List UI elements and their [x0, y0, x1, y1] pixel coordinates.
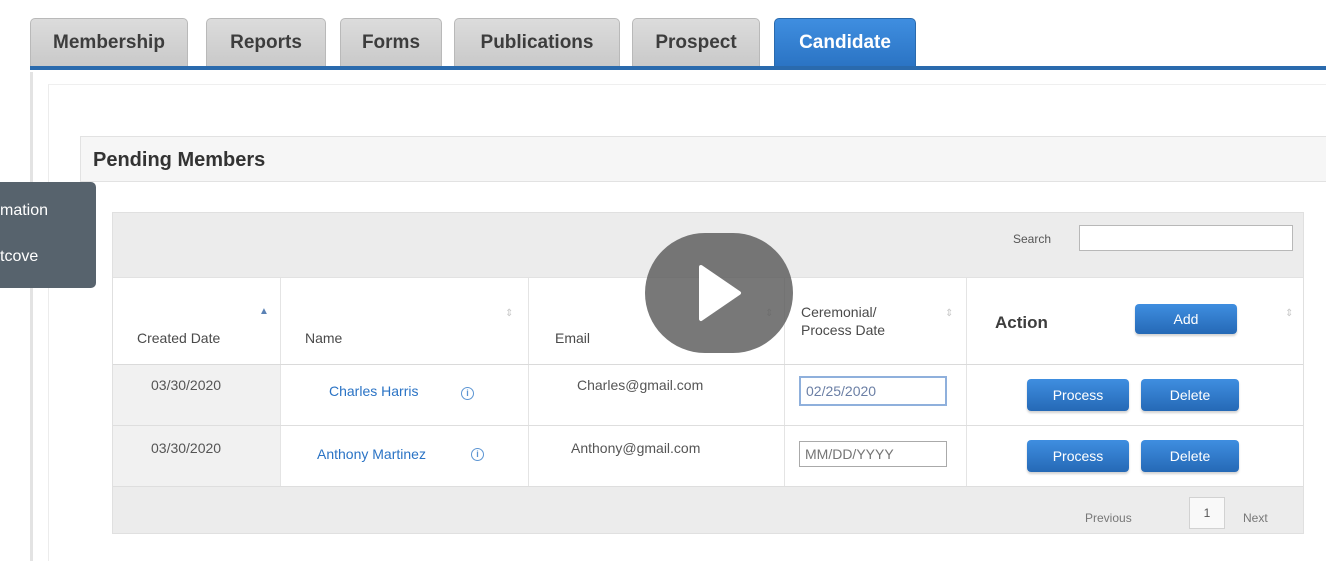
process-date-input[interactable] [799, 376, 947, 406]
add-button[interactable]: Add [1135, 304, 1237, 334]
tab-membership[interactable]: Membership [30, 18, 188, 66]
side-tooltip-line1: mation [0, 202, 49, 219]
info-icon[interactable]: i [461, 387, 474, 400]
created-date: 03/30/2020 [151, 440, 222, 456]
section-header: Pending Members [80, 136, 1326, 182]
tab-forms[interactable]: Forms [340, 18, 442, 66]
search-label: Search [1013, 232, 1052, 246]
sort-icon: ⇕ [1285, 308, 1294, 319]
pagination-next[interactable]: Next [1243, 511, 1268, 555]
table-row: 03/30/2020 Charles Harris i Charles@gmai… [113, 365, 1303, 426]
member-name-link[interactable]: Charles Harris [329, 383, 418, 399]
sort-icon: ⇕ [945, 308, 954, 319]
header-label: Name [305, 330, 343, 346]
cell-name: Anthony Martinez i [281, 426, 529, 486]
header-action: Action Add ⇕ [967, 278, 1303, 364]
table-row: 03/30/2020 Anthony Martinez i Anthony@gm… [113, 426, 1303, 487]
cell-process-date [785, 365, 967, 425]
header-label: Action [995, 313, 1048, 332]
search-input[interactable] [1079, 225, 1293, 251]
cell-created: 03/30/2020 [113, 426, 281, 486]
header-created-date[interactable]: Created Date ▲ [113, 278, 281, 364]
cell-actions: Process Delete [967, 426, 1303, 486]
section-title: Pending Members [93, 149, 266, 171]
frame-divider [30, 72, 33, 561]
created-date: 03/30/2020 [151, 377, 222, 393]
cell-actions: Process Delete [967, 365, 1303, 425]
header-label: Created Date [137, 330, 221, 346]
header-label-line2: Process Date [801, 322, 886, 338]
cell-process-date [785, 426, 967, 486]
video-play-button[interactable] [645, 233, 793, 353]
member-name-link[interactable]: Anthony Martinez [317, 446, 426, 462]
header-label-line1: Ceremonial/ [801, 304, 877, 320]
info-icon[interactable]: i [471, 448, 484, 461]
process-button[interactable]: Process [1027, 379, 1129, 411]
tab-bar: Membership Reports Forms Publications Pr… [30, 18, 1326, 70]
cell-email: Charles@gmail.com [529, 365, 785, 425]
member-email: Anthony@gmail.com [571, 440, 701, 456]
process-date-input[interactable] [799, 441, 947, 467]
delete-button[interactable]: Delete [1141, 440, 1239, 472]
page: Membership Reports Forms Publications Pr… [0, 0, 1326, 561]
header-process-date[interactable]: Ceremonial/ Process Date ⇕ [785, 278, 967, 364]
delete-button[interactable]: Delete [1141, 379, 1239, 411]
cell-name: Charles Harris i [281, 365, 529, 425]
tab-reports[interactable]: Reports [206, 18, 326, 66]
member-email: Charles@gmail.com [577, 377, 704, 393]
cell-created: 03/30/2020 [113, 365, 281, 425]
tab-prospect[interactable]: Prospect [632, 18, 760, 66]
sort-icon: ⇕ [505, 308, 514, 319]
pagination-previous[interactable]: Previous [1085, 511, 1132, 555]
pagination-page[interactable]: 1 [1189, 497, 1225, 529]
process-button[interactable]: Process [1027, 440, 1129, 472]
side-tooltip[interactable]: mation tcove [0, 182, 96, 288]
tab-publications[interactable]: Publications [454, 18, 620, 66]
side-tooltip-line2: tcove [0, 248, 39, 265]
play-icon [699, 265, 741, 321]
tab-candidate[interactable]: Candidate [774, 18, 916, 66]
sort-asc-icon: ▲ [259, 306, 269, 317]
header-label: Email [555, 330, 591, 346]
cell-email: Anthony@gmail.com [529, 426, 785, 486]
header-name[interactable]: Name ⇕ [281, 278, 529, 364]
